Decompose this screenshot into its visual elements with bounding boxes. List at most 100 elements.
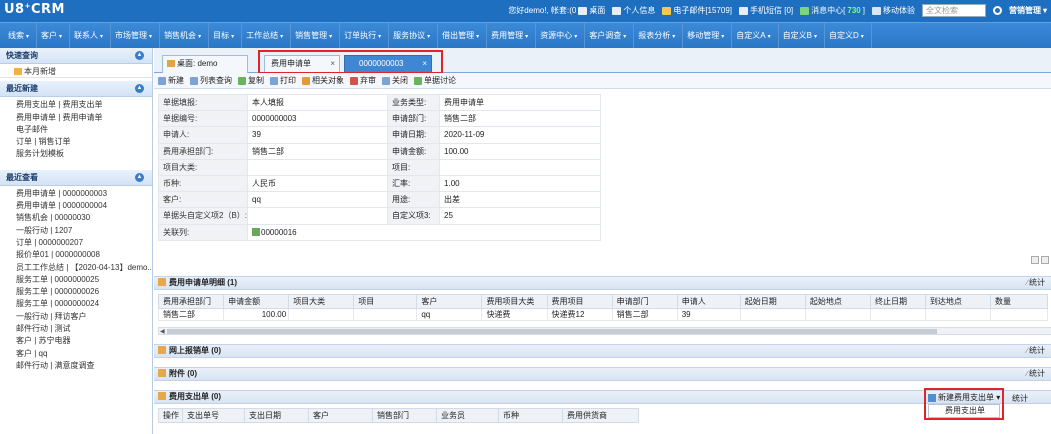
column-header[interactable]: 操作	[158, 408, 183, 423]
column-header[interactable]: 费用项目大类	[481, 294, 548, 309]
scroll-left-icon[interactable]: ◀	[160, 328, 165, 335]
collapse-icon[interactable]: ▲	[135, 51, 144, 60]
menu-item[interactable]: 资源中心 ▾	[536, 23, 586, 49]
toolbar-button[interactable]: 新建	[158, 75, 184, 86]
quick-query-header[interactable]: 快速查询 ▲	[0, 48, 152, 64]
menu-item[interactable]: 借出管理 ▾	[438, 23, 488, 49]
column-header[interactable]: 申请人	[676, 294, 741, 309]
app-logo[interactable]: U8+CRM	[4, 2, 65, 17]
sidebar-item[interactable]: 报价单01 | 0000000008	[0, 249, 152, 261]
toolbar-button[interactable]: 相关对象	[302, 75, 344, 86]
recent-new-header[interactable]: 最近新建 ▲	[0, 81, 152, 98]
toolbar-button[interactable]: 弃审	[350, 75, 376, 86]
sidebar-item[interactable]: 订单 | 0000000207	[0, 237, 152, 249]
menu-item[interactable]: 工作总结 ▾	[242, 23, 292, 49]
user-menu[interactable]: 营销管理 ▾	[1009, 5, 1047, 16]
stat-button[interactable]: 统计	[1012, 393, 1028, 404]
sidebar-item[interactable]: 员工工作总结 | 【2020-04-13】demo...	[0, 262, 152, 274]
related-field[interactable]: 00000016	[247, 223, 601, 241]
sidebar-item[interactable]: 费用申请单 | 0000000004	[0, 200, 152, 212]
related-value[interactable]: 00000016	[261, 228, 297, 237]
sidebar-item[interactable]: 服务计划模板	[0, 148, 152, 160]
mobile-experience-link[interactable]: 移动体验	[871, 5, 915, 16]
sidebar-item[interactable]: 服务工单 | 0000000024	[0, 298, 152, 310]
section-expense-header[interactable]: 费用支出单 (0)	[154, 390, 1051, 404]
sidebar-item[interactable]: 一般行动 | 1207	[0, 225, 152, 237]
column-header[interactable]: 项目大类	[288, 294, 355, 309]
menu-item[interactable]: 自定义A ▾	[732, 23, 779, 49]
section-attach-header[interactable]: 附件 (0)统计	[154, 367, 1051, 381]
collapse-icon[interactable]: ▲	[135, 172, 144, 182]
sidebar-item[interactable]: 费用申请单 | 0000000003	[0, 188, 152, 200]
maximize-icon[interactable]	[1041, 256, 1049, 264]
sidebar-item[interactable]: 邮件行动 | 测试	[0, 323, 152, 335]
column-header[interactable]: 客户	[416, 294, 483, 309]
column-header[interactable]: 支出单号	[182, 408, 245, 423]
table-row[interactable]: 销售二部 100.00 qq 快递费 快递费12 销售二部 39	[157, 308, 1049, 321]
column-header[interactable]: 支出日期	[244, 408, 309, 423]
menu-item[interactable]: 移动管理 ▾	[683, 23, 733, 49]
sidebar-item[interactable]: 客户 | qq	[0, 348, 152, 360]
search-icon[interactable]	[992, 6, 1002, 15]
menu-item[interactable]: 销售机会 ▾	[160, 23, 210, 49]
menu-item[interactable]: 费用管理 ▾	[487, 23, 537, 49]
menu-item[interactable]: 线索 ▾	[4, 23, 38, 49]
column-header[interactable]: 费用项目	[546, 294, 613, 309]
column-header[interactable]: 起始日期	[739, 294, 806, 309]
sidebar-item[interactable]: 电子邮件	[0, 124, 152, 136]
menu-item[interactable]: 联系人 ▾	[70, 23, 112, 49]
menu-item[interactable]: 自定义D ▾	[825, 23, 872, 49]
horizontal-scrollbar[interactable]: ◀	[158, 327, 1051, 335]
column-header[interactable]: 起始地点	[804, 294, 871, 309]
sidebar-item[interactable]: 一般行动 | 拜访客户	[0, 311, 152, 323]
scroll-thumb[interactable]	[167, 329, 937, 334]
personal-info-link[interactable]: 个人信息	[612, 5, 655, 16]
column-header[interactable]: 业务员	[436, 408, 499, 423]
column-header[interactable]: 费用承担部门	[157, 294, 225, 309]
column-header[interactable]: 申请部门	[611, 294, 678, 309]
column-header[interactable]: 终止日期	[869, 294, 926, 309]
column-header[interactable]: 费用供货商	[562, 408, 639, 423]
menu-item[interactable]: 报表分析 ▾	[634, 23, 684, 49]
sidebar-item[interactable]: 费用申请单 | 费用申请单	[0, 112, 152, 124]
menu-item[interactable]: 客户 ▾	[37, 23, 71, 49]
collapse-icon[interactable]: ▲	[135, 84, 144, 94]
fulltext-search-input[interactable]: 全文检索	[921, 4, 986, 17]
column-header[interactable]: 数量	[989, 294, 1049, 309]
sidebar-item[interactable]: 订单 | 销售订单	[0, 136, 152, 148]
tab-home[interactable]: 桌面: demo	[162, 55, 248, 73]
toolbar-button[interactable]: 关闭	[382, 75, 408, 86]
sidebar-item[interactable]: 邮件行动 | 满意度调查	[0, 360, 152, 372]
message-center-link[interactable]: 消息中心[730]	[800, 5, 865, 16]
toolbar-button[interactable]: 单据讨论	[414, 75, 456, 86]
minimize-icon[interactable]	[1031, 256, 1039, 264]
column-header[interactable]: 申请金额	[223, 294, 290, 309]
desktop-link[interactable]: 桌面	[589, 5, 605, 16]
menu-item[interactable]: 客户调查 ▾	[585, 23, 635, 49]
toolbar-button[interactable]: 复制	[238, 75, 264, 86]
sms-link[interactable]: 手机短信 [0]	[739, 5, 793, 16]
section-detail-header[interactable]: 费用申请单明细 (1)统计	[154, 276, 1051, 290]
stat-button[interactable]: 统计	[1027, 345, 1045, 357]
stat-button[interactable]: 统计	[1027, 277, 1045, 289]
sidebar-item[interactable]: 客户 | 苏宁电器	[0, 335, 152, 347]
sidebar-item[interactable]: 服务工单 | 0000000025	[0, 274, 152, 286]
sidebar-item[interactable]: 本月新增	[0, 66, 152, 79]
column-header[interactable]: 币种	[498, 408, 563, 423]
menu-item[interactable]: 服务协议 ▾	[389, 23, 439, 49]
menu-item[interactable]: 目标 ▾	[209, 23, 243, 49]
menu-item[interactable]: 订单执行 ▾	[340, 23, 390, 49]
recent-view-header[interactable]: 最近查看 ▲	[0, 169, 152, 186]
sidebar-item[interactable]: 费用支出单 | 费用支出单	[0, 99, 152, 111]
sidebar-item[interactable]: 销售机会 | 00000030	[0, 212, 152, 224]
column-header[interactable]: 销售部门	[372, 408, 437, 423]
section-reimburse-header[interactable]: 网上报销单 (0)统计	[154, 344, 1051, 358]
column-header[interactable]: 项目	[353, 294, 418, 309]
toolbar-button[interactable]: 打印	[270, 75, 296, 86]
sidebar-item[interactable]: 服务工单 | 0000000026	[0, 286, 152, 298]
column-header[interactable]: 到达地点	[924, 294, 991, 309]
menu-item[interactable]: 市场管理 ▾	[111, 23, 161, 49]
toolbar-button[interactable]: 列表查询	[190, 75, 232, 86]
menu-item[interactable]: 销售管理 ▾	[291, 23, 341, 49]
column-header[interactable]: 客户	[308, 408, 373, 423]
